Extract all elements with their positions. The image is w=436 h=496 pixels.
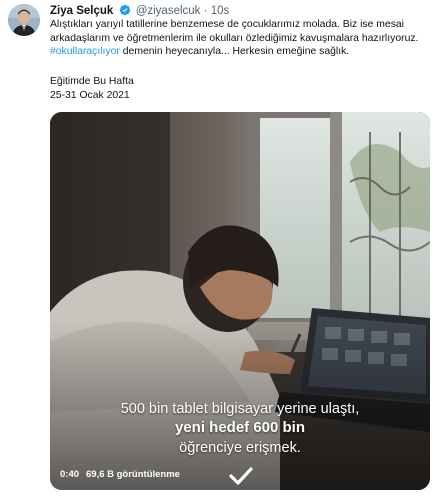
author-handle[interactable]: @ziyaselcuk [136, 5, 201, 17]
hashtag-link[interactable]: #okullaraçılıyor [50, 46, 120, 57]
tweet-time[interactable]: 10s [211, 5, 230, 17]
video-caption-line2: yeni hedef 600 bin [174, 419, 306, 436]
video-elapsed-time: 0:40 [60, 469, 80, 480]
video-controls: 0:40 69,6 B görüntülenme [50, 462, 430, 490]
author-avatar[interactable] [8, 4, 40, 36]
tweet-date-range: 25-31 Ocak 2021 [50, 90, 130, 101]
author-name[interactable]: Ziya Selçuk [50, 5, 113, 17]
tweet-subtitle: Eğitimde Bu Hafta [50, 76, 134, 87]
tweet[interactable]: Ziya Selçuk @ziyaselcuk · 10s Alıştıklar… [0, 0, 436, 496]
tweet-text-part1: Alıştıkları yarıyıl tatillerine benzemes… [50, 19, 419, 44]
video-player[interactable]: 500 bin tablet bilgisayar yerine ulaştı,… [50, 112, 430, 490]
video-view-count: 69,6 B görüntülenme [86, 469, 180, 480]
header-separator: · [203, 5, 208, 17]
tweet-text: Alıştıkları yarıyıl tatillerine benzemes… [50, 18, 428, 59]
video-caption-line1: 500 bin tablet bilgisayar yerine ulaştı, [120, 401, 360, 417]
checkmark-icon [228, 464, 254, 488]
video-caption-line3: öğrenciye erişmek. [179, 440, 301, 456]
tweet-text-part2: demenin heyecanıyla... Herkesin emeğine … [119, 46, 350, 58]
